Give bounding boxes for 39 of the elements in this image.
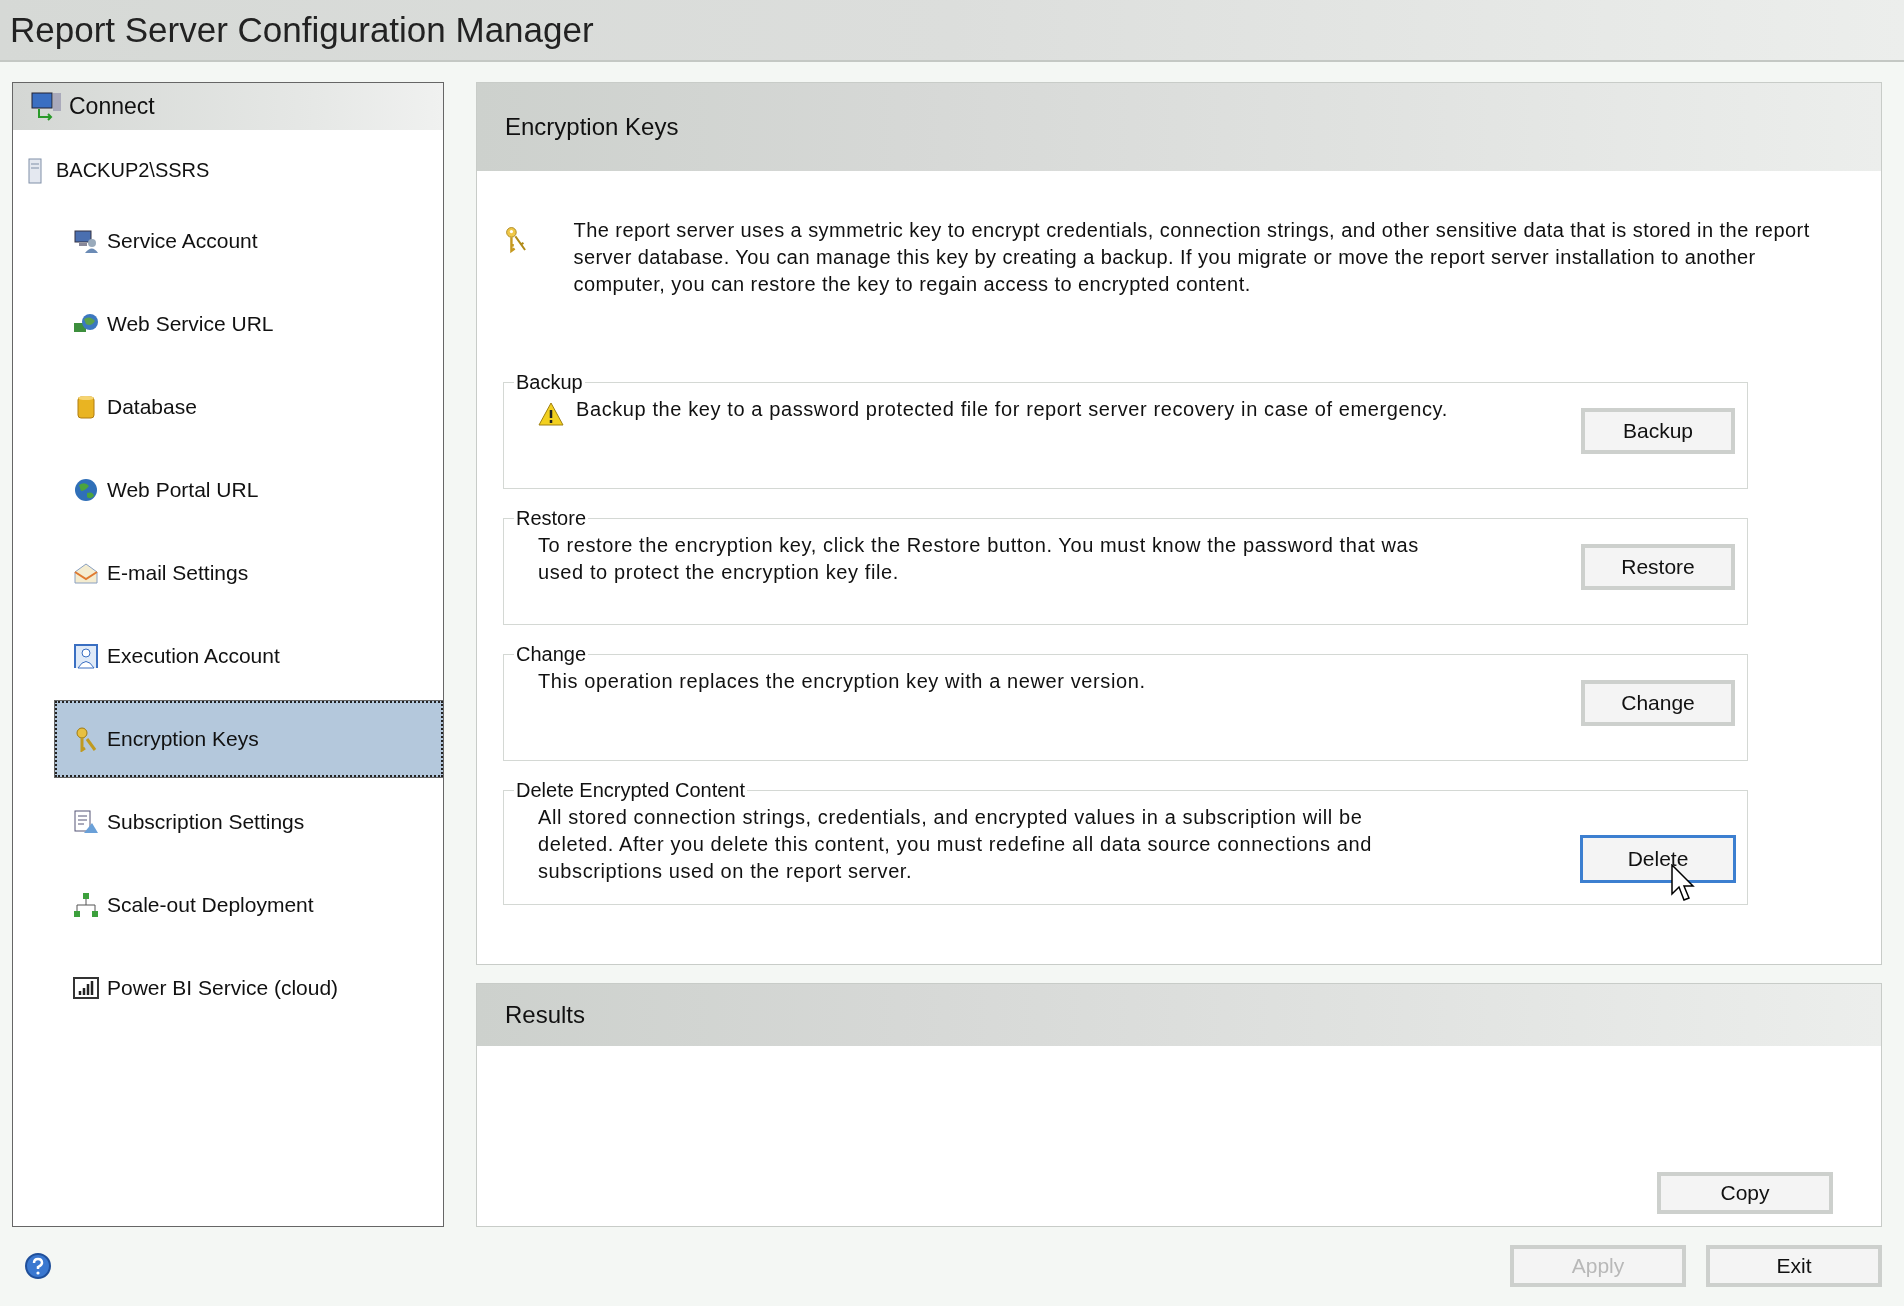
section-text: Backup the key to a password protected file for report server recovery in case of emergency. — [576, 396, 1448, 422]
section-text: To restore the encryption key, click the Restore button. You must know the password that was used to protect the encryption key file. — [538, 532, 1420, 585]
description-text: The report server uses a symmetric key to encrypt credentials, connection strings, and other sensitive data that is stored in the report server database. You can manage this key by creating a backup. If you migrate or move the report server installation to another computer, you can restore the key to regain access to encrypted content. — [573, 217, 1811, 297]
keys-icon — [73, 725, 99, 752]
help-icon — [24, 1252, 52, 1281]
sidebar-item[interactable]: Subscription Settings — [55, 783, 443, 860]
sidebar-item[interactable]: E-mail Settings — [55, 534, 443, 611]
results-title: Results — [505, 1000, 586, 1029]
sidebar-item[interactable]: Web Service URL — [55, 285, 443, 362]
section-legend: Backup — [514, 370, 585, 394]
section-legend: Change — [514, 642, 589, 666]
document-icon — [73, 808, 99, 835]
action-button[interactable]: Restore — [1581, 543, 1735, 590]
sidebar-item[interactable]: Web Portal URL — [55, 451, 443, 528]
footer-button[interactable]: Exit — [1706, 1245, 1882, 1288]
sidebar-item[interactable]: Power BI Service (cloud) — [55, 949, 443, 1026]
page-title: Encryption Keys — [505, 112, 679, 141]
network-icon — [73, 891, 99, 918]
computer-icon — [31, 91, 63, 122]
sidebar-item[interactable]: Execution Account — [55, 617, 443, 694]
section-legend: Delete Encrypted Content — [514, 778, 748, 802]
user-computer-icon — [73, 227, 99, 254]
server-name: BACKUP2\SSRS — [56, 159, 210, 183]
section-text: All stored connection strings, credentials, and encrypted values in a subscription will be deleted. After you delete this content, you must redefine all data source connections and subscriptions used on the report server. — [538, 804, 1373, 884]
server-icon — [28, 157, 42, 184]
sidebar-item[interactable]: Scale-out Deployment — [55, 866, 443, 943]
action-button[interactable]: Change — [1581, 679, 1735, 726]
sidebar-item[interactable]: Database — [55, 368, 443, 445]
section-text: This operation replaces the encryption key with a newer version. — [538, 668, 1146, 694]
copy-button[interactable]: Copy — [1657, 1171, 1833, 1214]
globe-icon — [73, 476, 99, 503]
action-button[interactable]: Backup — [1581, 407, 1735, 454]
section-legend: Restore — [514, 506, 589, 530]
connect-button[interactable]: Connect — [13, 82, 443, 130]
window-title: Report Server Configuration Manager — [10, 9, 594, 50]
sidebar-item[interactable]: Encryption Keys — [55, 700, 443, 777]
sidebar-item[interactable]: Service Account — [55, 202, 443, 279]
person-icon — [73, 642, 99, 669]
bar-chart-icon — [73, 974, 99, 1001]
